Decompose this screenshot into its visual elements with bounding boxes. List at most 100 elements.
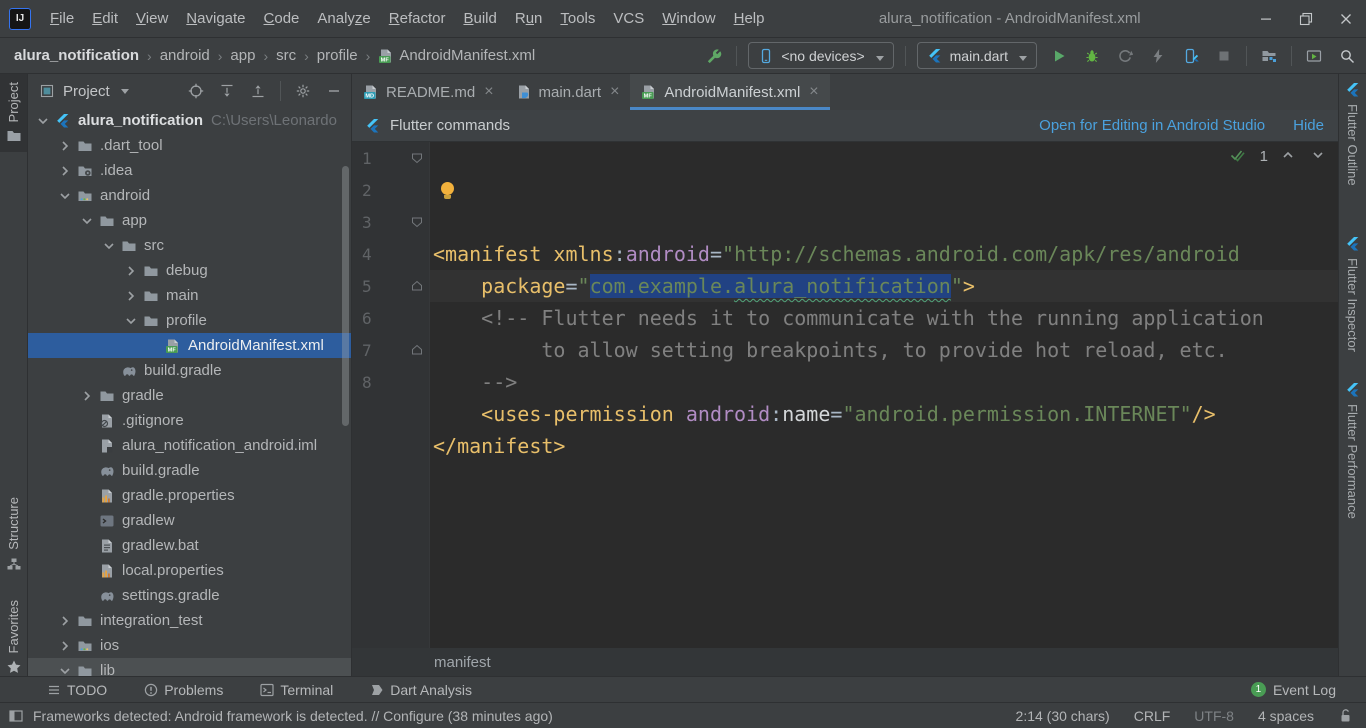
open-in-android-studio-link[interactable]: Open for Editing in Android Studio [1039,117,1265,134]
tree-item-main[interactable]: main [28,283,351,308]
menu-view[interactable]: View [127,10,177,27]
chevron-right-icon[interactable] [54,163,76,179]
search-everywhere-button[interactable] [1336,45,1358,67]
tree-item-alura_notification_android.iml[interactable]: alura_notification_android.iml [28,433,351,458]
tree-item-ios[interactable]: ios [28,633,351,658]
chevron-down-icon[interactable] [117,83,133,99]
hot-restart-button[interactable] [1147,45,1169,67]
line-ending-widget[interactable]: CRLF [1134,708,1171,724]
device-selector-dropdown[interactable]: <no devices> [748,42,893,69]
close-tab-icon[interactable]: × [809,83,818,101]
code-line-8[interactable] [430,462,1338,494]
chevron-right-icon[interactable] [54,638,76,654]
menu-help[interactable]: Help [725,10,774,27]
run-button[interactable] [1048,45,1070,67]
encoding-widget[interactable]: UTF-8 [1194,708,1234,724]
run-config-dropdown[interactable]: main.dart [917,42,1037,69]
minimize-button[interactable] [1246,4,1286,34]
tree-item-gradlew[interactable]: gradlew [28,508,351,533]
tab-readme-md[interactable]: MD README.md × [352,74,505,110]
next-problem-icon[interactable] [1310,147,1328,165]
tree-item-debug[interactable]: debug [28,258,351,283]
menu-window[interactable]: Window [653,10,724,27]
close-tab-icon[interactable]: × [484,83,493,101]
previous-problem-icon[interactable] [1280,147,1298,165]
tool-tab-dart-analysis[interactable]: Dart Analysis [369,682,472,698]
status-message[interactable]: Frameworks detected: Android framework i… [33,708,553,724]
debug-button[interactable] [1081,45,1103,67]
tool-window-toggle-icon[interactable] [8,708,24,724]
tree-item-app[interactable]: app [28,208,351,233]
tree-item-.dart_tool[interactable]: .dart_tool [28,133,351,158]
project-panel-title[interactable]: Project [63,83,110,100]
code-line-5[interactable]: --> [430,366,1338,398]
chevron-down-icon[interactable] [54,663,76,677]
lock-icon[interactable] [1338,708,1354,724]
menu-tools[interactable]: Tools [551,10,604,27]
tool-tab-favorites[interactable]: Favorites [0,592,27,683]
hide-banner-link[interactable]: Hide [1293,117,1324,134]
tool-tab-flutter-performance[interactable]: Flutter Performance [1339,382,1366,519]
menu-run[interactable]: Run [506,10,552,27]
tool-tab-flutter-inspector[interactable]: Flutter Inspector [1339,236,1366,352]
tool-tab-structure[interactable]: Structure [0,489,27,580]
menu-refactor[interactable]: Refactor [380,10,455,27]
flutter-wrench-button[interactable] [703,45,725,67]
breadcrumb-project[interactable]: alura_notification [14,47,139,64]
chevron-right-icon[interactable] [54,138,76,154]
menu-edit[interactable]: Edit [83,10,127,27]
event-log-button[interactable]: 1 Event Log [1251,682,1352,698]
code-line-7[interactable]: </manifest> [430,430,1338,462]
tree-item-src[interactable]: src [28,233,351,258]
breadcrumb-android[interactable]: android [160,47,210,64]
fold-up-icon[interactable] [405,342,429,358]
code-line-1[interactable]: <manifest xmlns:android="http://schemas.… [430,238,1338,270]
menu-analyze[interactable]: Analyze [308,10,379,27]
stop-button[interactable] [1213,45,1235,67]
chevron-down-icon[interactable] [32,113,54,129]
select-opened-file-icon[interactable] [187,82,205,100]
caret-position-widget[interactable]: 2:14 (30 chars) [1016,708,1110,724]
tree-item-build.gradle[interactable]: build.gradle [28,458,351,483]
tool-tab-problems[interactable]: Problems [143,682,223,698]
profile-button[interactable] [1114,45,1136,67]
tree-item-settings.gradle[interactable]: settings.gradle [28,583,351,608]
chevron-right-icon[interactable] [76,388,98,404]
menu-code[interactable]: Code [255,10,309,27]
fold-up-icon[interactable] [405,278,429,294]
tool-tab-flutter-outline[interactable]: Flutter Outline [1339,82,1366,186]
tree-item-profile[interactable]: profile [28,308,351,333]
close-button[interactable] [1326,4,1366,34]
breadcrumb-file[interactable]: MF AndroidManifest.xml [378,47,535,64]
code-line-6[interactable]: <uses-permission android:name="android.p… [430,398,1338,430]
tree-item-android[interactable]: android [28,183,351,208]
chevron-down-icon[interactable] [98,238,120,254]
menu-file[interactable]: File [41,10,83,27]
menu-navigate[interactable]: Navigate [177,10,254,27]
tree-item-build.gradle[interactable]: build.gradle [28,358,351,383]
tool-tab-todo[interactable]: TODO [46,682,107,698]
breadcrumb-src[interactable]: src [276,47,296,64]
breadcrumb-app[interactable]: app [230,47,255,64]
gear-icon[interactable] [294,82,312,100]
menu-build[interactable]: Build [454,10,505,27]
tree-item-integration_test[interactable]: integration_test [28,608,351,633]
flutter-attach-button[interactable] [1180,45,1202,67]
avd-manager-button[interactable] [1303,45,1325,67]
device-manager-button[interactable] [1258,45,1280,67]
expand-all-icon[interactable] [218,82,236,100]
editor-body[interactable]: 12345678 <manifest xmlns:android="http:/… [352,142,1338,648]
tree-item-local.properties[interactable]: local.properties [28,558,351,583]
code-line-3[interactable]: <!-- Flutter needs it to communicate wit… [430,302,1338,334]
tab-main-dart[interactable]: main.dart × [505,74,631,110]
breadcrumb-profile[interactable]: profile [317,47,358,64]
tree-item-lib[interactable]: lib [28,658,351,676]
tree-item-gradle.properties[interactable]: gradle.properties [28,483,351,508]
fold-down-icon[interactable] [405,150,429,166]
tree-item-.gitignore[interactable]: .gitignore [28,408,351,433]
code-line-4[interactable]: to allow setting breakpoints, to provide… [430,334,1338,366]
restore-button[interactable] [1286,4,1326,34]
indent-widget[interactable]: 4 spaces [1258,708,1314,724]
menu-vcs[interactable]: VCS [604,10,653,27]
tree-item-alura_notification[interactable]: alura_notificationC:\Users\Leonardo [28,108,351,133]
